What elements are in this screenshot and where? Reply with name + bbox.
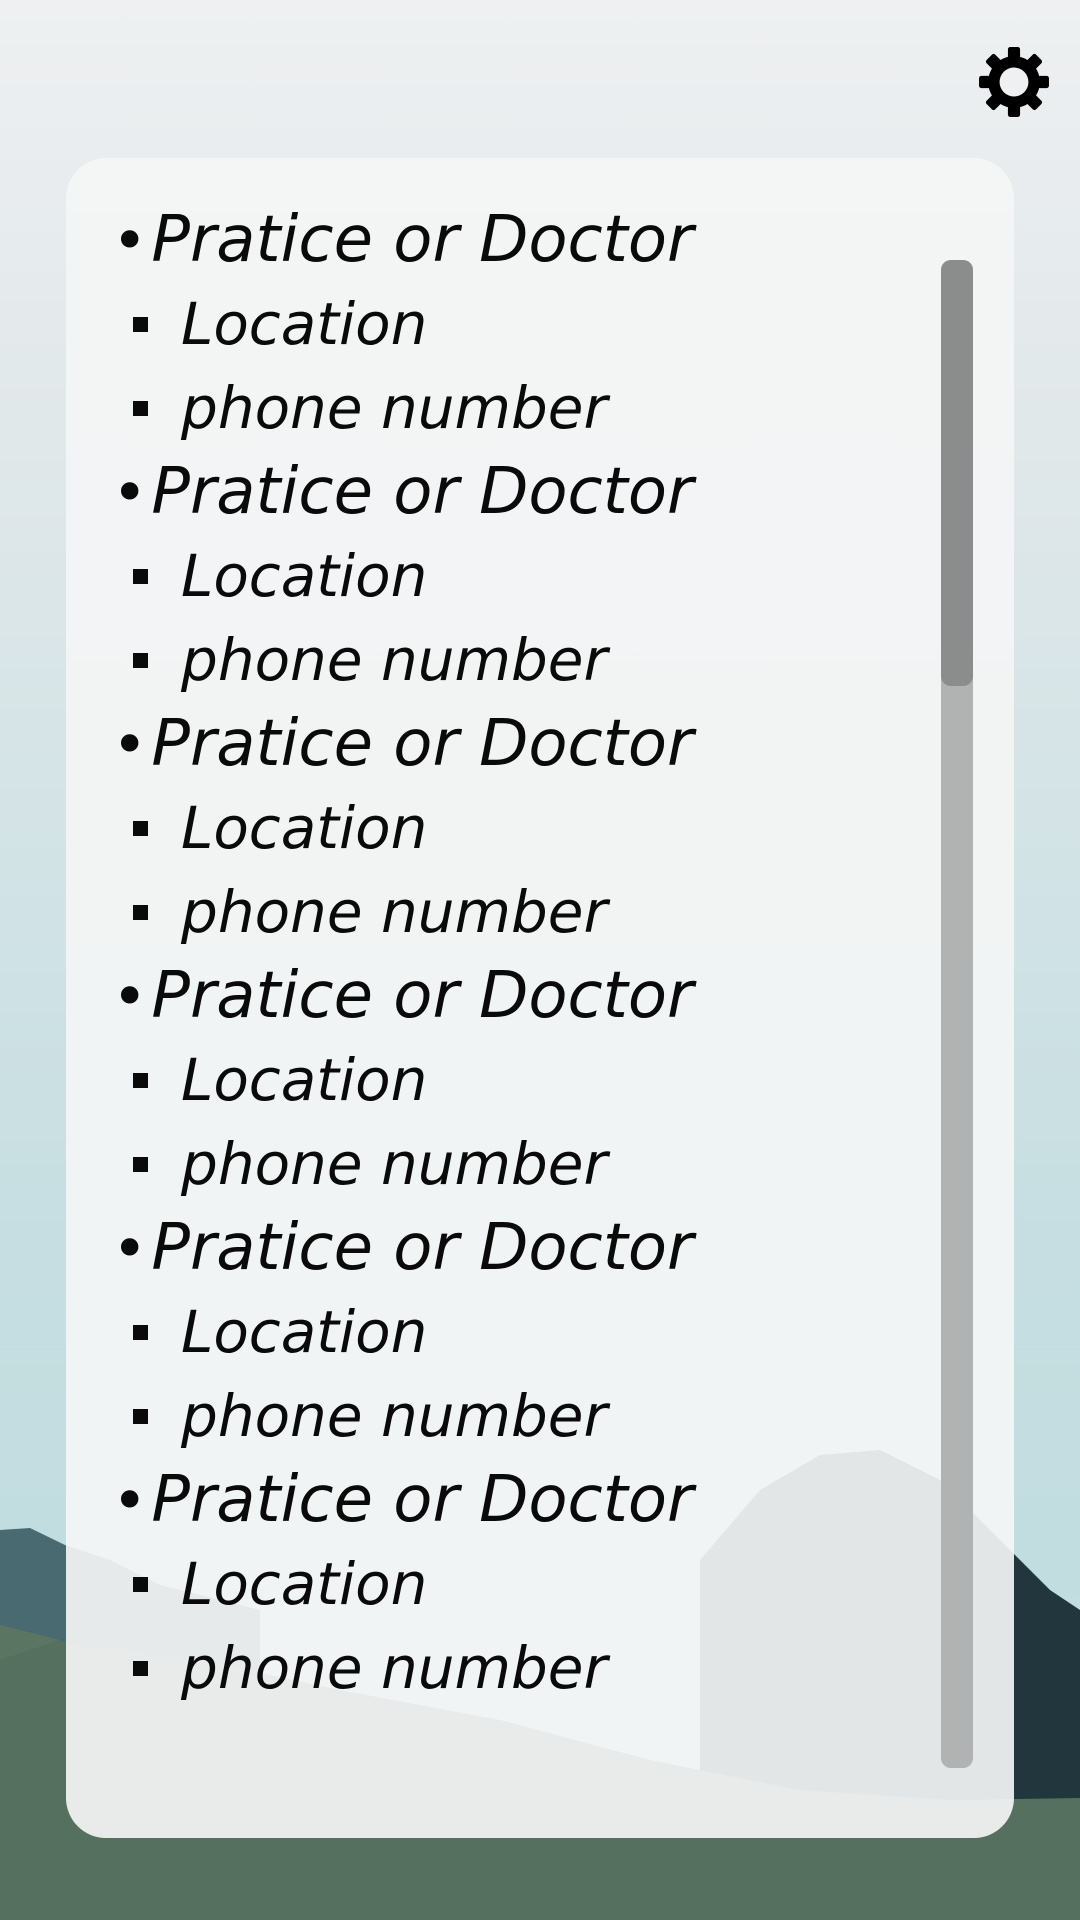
provider-title: •Pratice or Doctor	[112, 455, 694, 529]
provider-list: •Pratice or Doctor Location phone number…	[112, 198, 932, 1710]
bullet-icon: •	[112, 710, 148, 780]
list-item[interactable]: •Pratice or Doctor Location phone number	[112, 450, 932, 702]
provider-location: Location	[112, 1290, 932, 1374]
provider-phone: phone number	[112, 1626, 932, 1710]
provider-location: Location	[112, 282, 932, 366]
square-bullet-icon	[133, 1409, 148, 1424]
square-bullet-icon	[133, 317, 148, 332]
square-bullet-icon	[133, 905, 148, 920]
provider-title: •Pratice or Doctor	[112, 1211, 694, 1285]
scrollbar-thumb[interactable]	[941, 260, 973, 686]
provider-phone: phone number	[112, 1122, 932, 1206]
provider-phone: phone number	[112, 1374, 932, 1458]
bullet-icon: •	[112, 458, 148, 528]
list-item[interactable]: •Pratice or Doctor Location phone number	[112, 954, 932, 1206]
provider-title: •Pratice or Doctor	[112, 1463, 694, 1537]
square-bullet-icon	[133, 1577, 148, 1592]
list-item[interactable]: •Pratice or Doctor Location phone number	[112, 198, 932, 450]
bullet-icon: •	[112, 1466, 148, 1536]
provider-title: •Pratice or Doctor	[112, 959, 694, 1033]
settings-button[interactable]	[974, 42, 1054, 122]
list-item[interactable]: •Pratice or Doctor Location phone number	[112, 1206, 932, 1458]
bullet-icon: •	[112, 206, 148, 276]
provider-location: Location	[112, 1542, 932, 1626]
list-item[interactable]: •Pratice or Doctor Location phone number	[112, 1458, 932, 1710]
provider-phone: phone number	[112, 618, 932, 702]
provider-location: Location	[112, 786, 932, 870]
provider-title: •Pratice or Doctor	[112, 203, 694, 277]
square-bullet-icon	[133, 1661, 148, 1676]
provider-location: Location	[112, 534, 932, 618]
scrollbar-track[interactable]	[941, 260, 973, 1768]
square-bullet-icon	[133, 653, 148, 668]
square-bullet-icon	[133, 1325, 148, 1340]
square-bullet-icon	[133, 569, 148, 584]
gear-icon	[979, 47, 1049, 117]
providers-panel: •Pratice or Doctor Location phone number…	[66, 158, 1014, 1838]
provider-location: Location	[112, 1038, 932, 1122]
bullet-icon: •	[112, 962, 148, 1032]
provider-title: •Pratice or Doctor	[112, 707, 694, 781]
square-bullet-icon	[133, 821, 148, 836]
provider-phone: phone number	[112, 366, 932, 450]
square-bullet-icon	[133, 1073, 148, 1088]
square-bullet-icon	[133, 1157, 148, 1172]
square-bullet-icon	[133, 401, 148, 416]
bullet-icon: •	[112, 1214, 148, 1284]
provider-phone: phone number	[112, 870, 932, 954]
list-item[interactable]: •Pratice or Doctor Location phone number	[112, 702, 932, 954]
